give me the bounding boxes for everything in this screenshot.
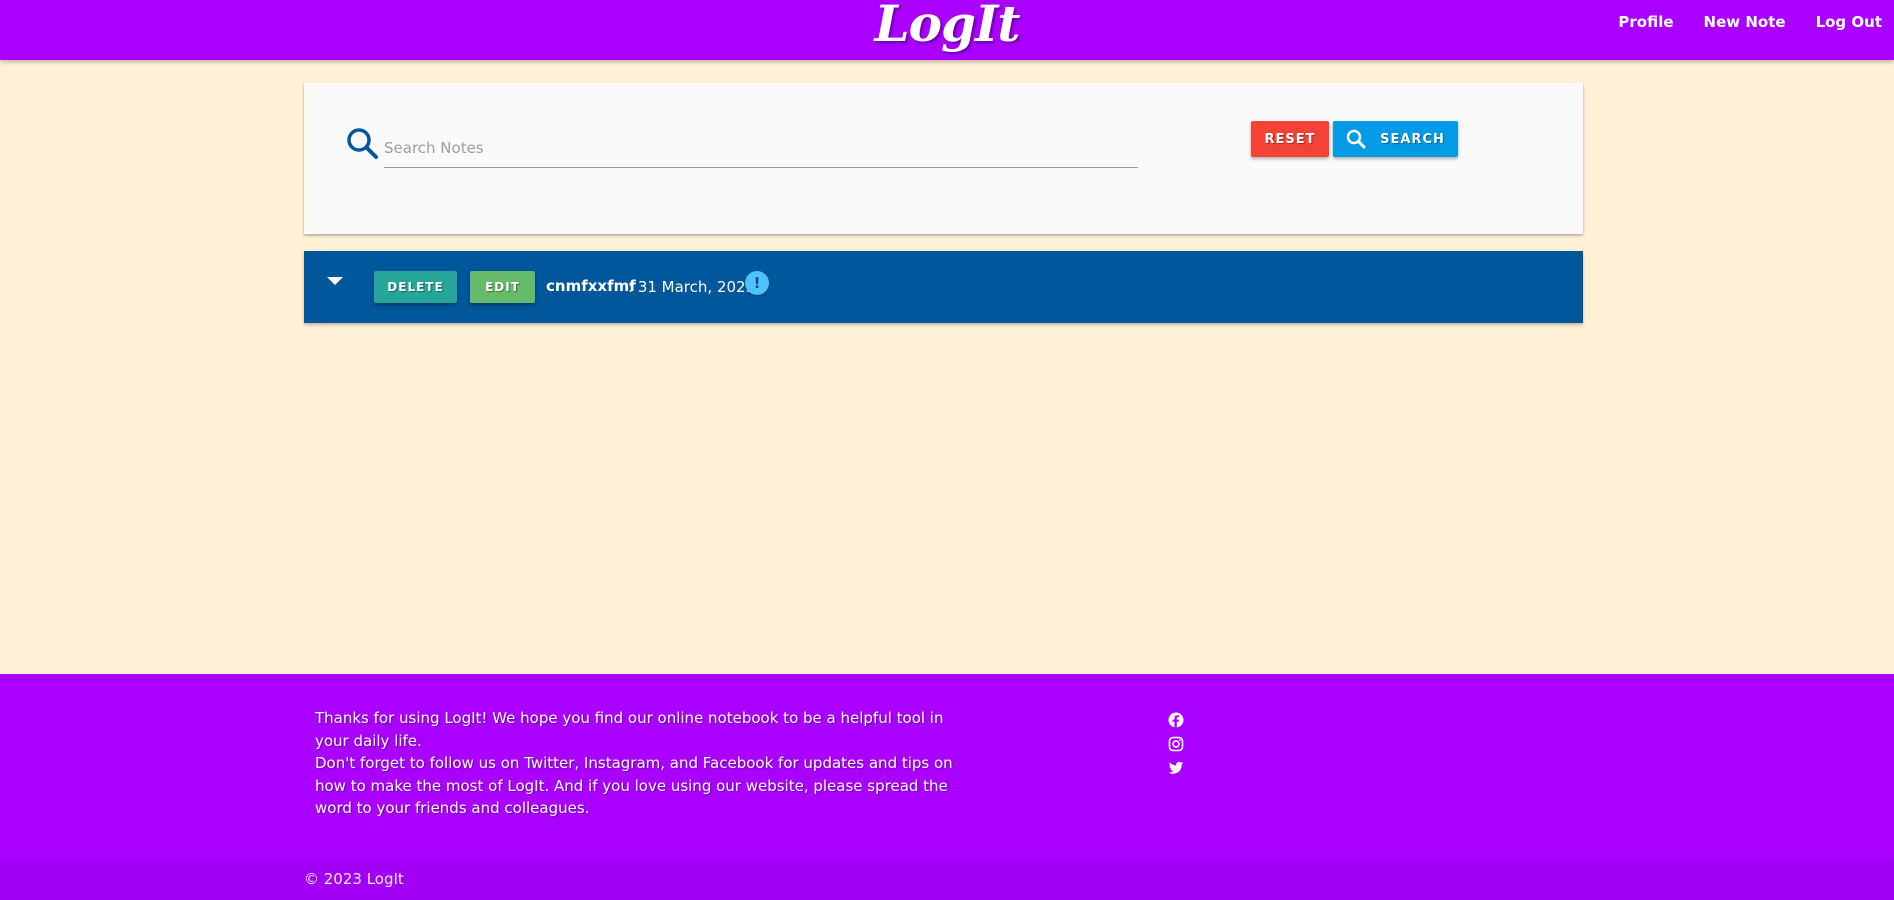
search-button-icon (1346, 129, 1366, 149)
info-badge-icon[interactable]: ! (745, 271, 769, 295)
edit-note-button[interactable]: EDIT (470, 271, 535, 303)
nav-new-note-link[interactable]: New Note (1704, 13, 1786, 31)
search-button[interactable]: SEARCH (1333, 121, 1458, 157)
search-input[interactable] (384, 129, 1138, 168)
reset-button-label: RESET (1264, 131, 1316, 147)
copyright-text: © 2023 LogIt (304, 870, 404, 888)
social-links (1168, 712, 1184, 784)
delete-note-button[interactable]: DELETE (374, 271, 457, 303)
nav-links: Profile New Note Log Out (1588, 0, 1882, 44)
search-button-label: SEARCH (1380, 131, 1445, 147)
note-title: cnmfxxfmf (546, 277, 636, 295)
footer-bottom-bar: © 2023 LogIt (0, 860, 1894, 900)
note-row: DELETE EDIT cnmfxxfmf : 31 March, 2023 ! (304, 251, 1583, 323)
nav-logout-link[interactable]: Log Out (1816, 13, 1882, 31)
note-date: : 31 March, 2023 (628, 278, 756, 296)
chevron-down-icon[interactable] (327, 277, 343, 285)
nav-profile-link[interactable]: Profile (1618, 13, 1673, 31)
footer-message: Thanks for using LogIt! We hope you find… (315, 707, 955, 820)
instagram-icon[interactable] (1168, 736, 1184, 752)
twitter-icon[interactable] (1168, 760, 1184, 776)
top-navbar: LogIt Profile New Note Log Out (0, 0, 1894, 60)
edit-button-label: EDIT (485, 280, 520, 294)
search-icon (345, 126, 379, 160)
delete-button-label: DELETE (387, 280, 444, 294)
facebook-icon[interactable] (1168, 712, 1184, 728)
footer-message-line1: Thanks for using LogIt! We hope you find… (315, 709, 944, 750)
search-card: RESET SEARCH (304, 83, 1583, 234)
footer: Thanks for using LogIt! We hope you find… (0, 674, 1894, 900)
footer-message-line2: Don't forget to follow us on Twitter, In… (315, 754, 953, 817)
reset-button[interactable]: RESET (1251, 121, 1329, 157)
